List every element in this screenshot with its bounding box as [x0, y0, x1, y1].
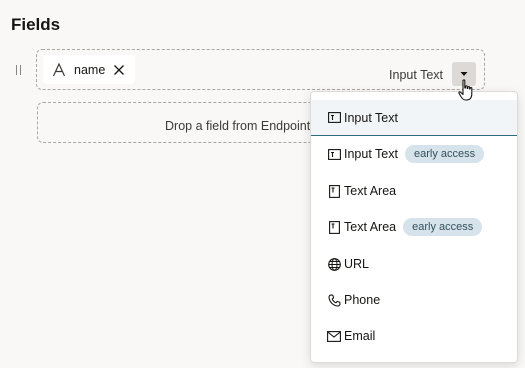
drop-zone-text: Drop a field from Endpoint	[165, 119, 311, 133]
globe-icon	[327, 257, 341, 271]
menu-item-email[interactable]: Email	[311, 318, 517, 354]
envelope-icon	[327, 329, 341, 343]
early-access-badge: early access	[403, 218, 483, 236]
menu-item-phone[interactable]: Phone	[311, 282, 517, 318]
caret-down-icon	[460, 72, 468, 76]
early-access-badge: early access	[404, 145, 485, 163]
menu-item-label: Input Text	[344, 110, 398, 125]
field-type-label: Input Text	[389, 68, 443, 82]
input-text-icon	[327, 111, 341, 125]
menu-item-input-text-early-access[interactable]: Input Text early access	[311, 136, 517, 172]
field-name-label: name	[74, 62, 106, 77]
menu-item-label: URL	[344, 257, 370, 271]
text-type-icon	[52, 62, 66, 77]
menu-item-label: Email	[344, 329, 376, 343]
fields-heading: Fields	[11, 15, 61, 34]
menu-item-text-area[interactable]: Text Area	[311, 173, 517, 209]
menu-item-input-text[interactable]: Input Text	[311, 100, 517, 136]
field-chip: name	[43, 55, 136, 84]
text-area-icon	[327, 184, 341, 198]
menu-item-label: Text Area	[344, 220, 397, 234]
text-area-icon	[327, 220, 341, 234]
input-text-icon	[327, 147, 341, 161]
menu-item-text-area-early-access[interactable]: Text Area early access	[311, 209, 517, 245]
field-row: name Input Text	[36, 49, 485, 90]
drop-zone[interactable]: Drop a field from Endpoint	[37, 102, 317, 143]
menu-item-label: Text Area	[344, 184, 397, 198]
field-type-menu: Input Text Input Text early access Text …	[310, 91, 518, 363]
drag-handle-icon[interactable]	[16, 65, 21, 75]
menu-item-url[interactable]: URL	[311, 246, 517, 282]
hand-pointer-icon	[458, 79, 473, 101]
phone-icon	[327, 293, 341, 307]
menu-item-label: Phone	[344, 293, 381, 307]
remove-field-icon[interactable]	[113, 64, 125, 76]
menu-item-label: Input Text	[344, 147, 398, 161]
